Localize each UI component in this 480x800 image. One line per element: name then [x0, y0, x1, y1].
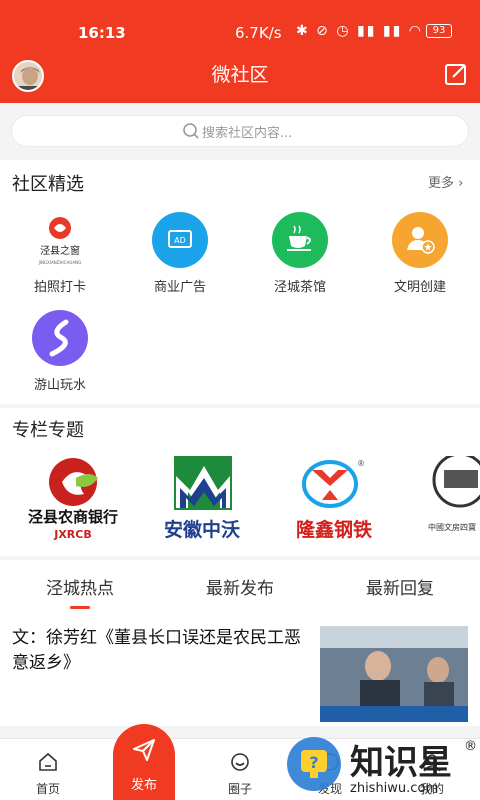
tab-hot[interactable]: 泾城热点 [0, 574, 160, 599]
circle-icon [231, 753, 249, 771]
column-logo-bank[interactable]: 泾县农商银行 JXRCB [18, 456, 128, 546]
chevron-right-icon: › [454, 176, 464, 191]
person-star-icon [392, 212, 448, 268]
watermark-text: 知识星 [350, 743, 452, 783]
watermark-logo-icon: ? 知识星 ® zhishiwu.com [287, 737, 477, 796]
ad-icon: AD [152, 212, 208, 268]
watermark-sub-text: zhishiwu.com [350, 781, 438, 796]
nav-label: 首页 [35, 782, 60, 796]
status-time: 16:13 [78, 24, 126, 42]
active-tab-indicator [70, 606, 90, 609]
teacup-icon [272, 212, 328, 268]
ink-name-text: 中國文房四寶 [428, 522, 476, 532]
longxin-logo-icon: ® 隆鑫钢铁 [296, 459, 372, 541]
svg-text:®: ® [357, 459, 365, 468]
bank-sub-text: JXRCB [53, 528, 92, 541]
status-net-speed: 6.7K/s [235, 24, 282, 42]
search-icon [183, 123, 199, 139]
publish-label: 发布 [130, 778, 157, 793]
watermark-mark-text: ® [464, 739, 477, 754]
featured-title: 社区精选 [12, 174, 84, 195]
featured-item-label: 泾城茶馆 [273, 280, 326, 295]
search-bar[interactable]: 搜索社区内容... [12, 116, 468, 146]
nav-circle[interactable]: 圈子 [200, 751, 280, 797]
jingxian-window-logo-icon: 泾县之窗 JINGXIANZHICHUANG [32, 212, 88, 268]
watermark: ? 知识星 ® zhishiwu.com [284, 732, 480, 796]
edit-icon[interactable] [444, 62, 468, 86]
publish-button[interactable]: 发布 [113, 724, 175, 800]
featured-item-photo[interactable]: 泾县之窗 JINGXIANZHICHUANG 拍照打卡 [10, 212, 110, 295]
columns-section: 专栏专题 泾县农商银行 JXRCB 安徽中沃 ® 隆鑫钢铁 中國文房四寶 [0, 408, 480, 556]
battery-icon: 93 [426, 24, 452, 38]
page-title: 微社区 [211, 64, 269, 86]
more-link[interactable]: 更多 › [428, 172, 463, 191]
home-icon [39, 752, 57, 771]
columns-title: 专栏专题 [12, 420, 84, 441]
bank-logo-icon: 泾县农商银行 JXRCB [28, 458, 118, 541]
featured-item-ads[interactable]: AD 商业广告 [130, 212, 230, 295]
article-thumbnail[interactable] [320, 626, 468, 722]
status-icons: ✱ ⊘ ◷ ▮▮ ▮▮ ◠ [296, 23, 423, 39]
longxin-name-text: 隆鑫钢铁 [296, 518, 372, 541]
more-label: 更多 [428, 176, 455, 191]
featured-item-label: 拍照打卡 [33, 280, 86, 295]
nav-label: 圈子 [227, 782, 252, 796]
featured-item-label: 商业广告 [153, 280, 206, 295]
bank-name-text: 泾县农商银行 [28, 508, 118, 526]
featured-item-label: 文明创建 [393, 280, 446, 295]
meeting-photo-image [320, 626, 468, 722]
column-logo-ink[interactable]: 中國文房四寶 [418, 452, 480, 546]
window-sub-text: JINGXIANZHICHUANG [38, 260, 82, 265]
nav-home[interactable]: 首页 [8, 751, 88, 797]
feed-section: 泾城热点 最新发布 最新回复 文：徐芳红《董县长口误还是农民工恶意返乡》 [0, 560, 480, 726]
status-bar: 16:13 6.7K/s ✱ ⊘ ◷ ▮▮ ▮▮ ◠ 93 [0, 18, 480, 48]
zhongwo-name-text: 安徽中沃 [164, 518, 240, 541]
svg-text:AD: AD [174, 236, 186, 245]
send-icon [133, 739, 155, 761]
column-logo-zhongwo[interactable]: 安徽中沃 [150, 456, 254, 546]
featured-item-teahouse[interactable]: 泾城茶馆 [250, 212, 350, 295]
featured-section: 社区精选 更多 › 泾县之窗 JINGXIANZHICHUANG 拍照打卡 AD… [0, 160, 480, 404]
watermark-q-text: ? [309, 753, 318, 772]
article-title[interactable]: 文：徐芳红《董县长口误还是农民工恶意返乡》 [12, 626, 308, 676]
tab-latest[interactable]: 最新发布 [160, 574, 320, 599]
ink-logo-icon: 中國文房四寶 [428, 452, 480, 532]
window-title-text: 泾县之窗 [40, 244, 80, 257]
featured-item-label: 游山玩水 [33, 378, 86, 393]
river-icon [32, 310, 88, 366]
column-logo-longxin[interactable]: ® 隆鑫钢铁 [282, 456, 386, 546]
zhongwo-logo-icon: 安徽中沃 [164, 456, 240, 541]
search-input[interactable]: 搜索社区内容... [202, 122, 292, 141]
app-header: 16:13 6.7K/s ✱ ⊘ ◷ ▮▮ ▮▮ ◠ 93 微社区 [0, 0, 480, 103]
featured-item-civilization[interactable]: 文明创建 [370, 212, 470, 295]
tab-replies[interactable]: 最新回复 [320, 574, 480, 599]
featured-item-travel[interactable]: 游山玩水 [10, 310, 110, 393]
